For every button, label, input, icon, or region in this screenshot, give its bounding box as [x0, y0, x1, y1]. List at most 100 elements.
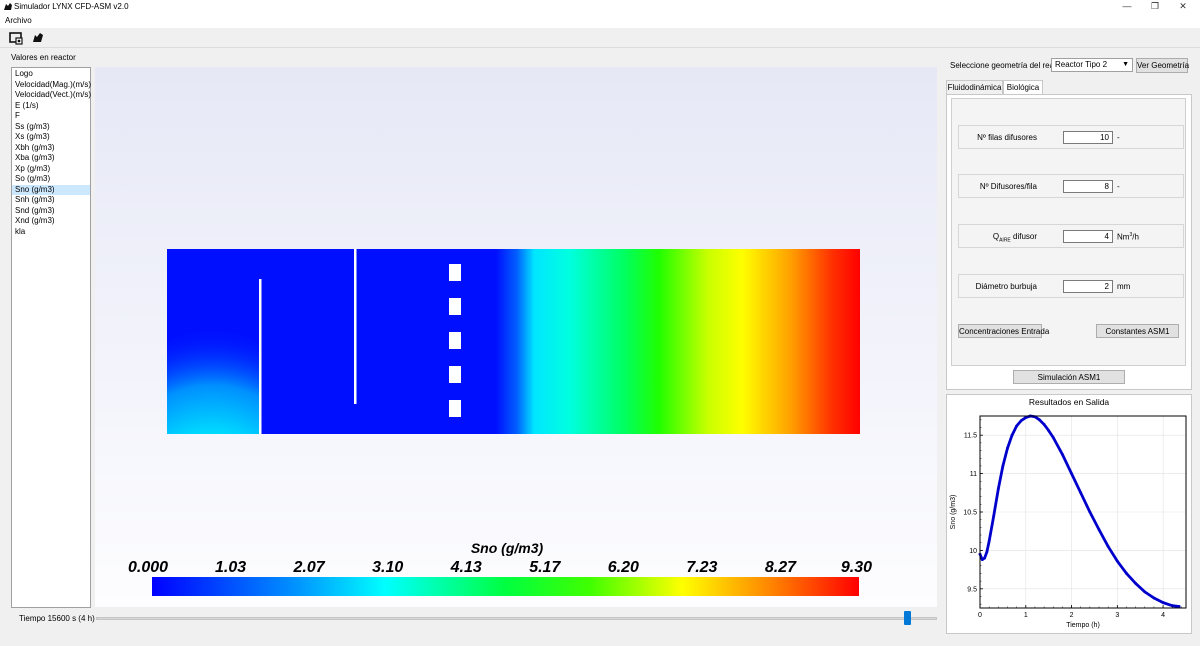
time-slider-thumb[interactable] [903, 611, 911, 625]
geometry-select[interactable]: Reactor Tipo 2 ▼ [1051, 58, 1133, 72]
chart-xlabel: Tiempo (h) [1066, 622, 1100, 629]
y-tick-label: 11 [970, 471, 977, 478]
param-label: Diámetro burbuja [975, 282, 1037, 291]
tab-biologica[interactable]: Biológica [1003, 80, 1043, 94]
ver-geometria-button[interactable]: Ver Geometría [1136, 58, 1189, 73]
x-tick-label: 3 [1115, 612, 1119, 619]
x-tick-label: 4 [1161, 612, 1165, 619]
series-point [1143, 590, 1147, 594]
series-point [1010, 433, 1014, 437]
difusores-fila-input[interactable]: 8 [1063, 180, 1113, 193]
variable-list-item[interactable]: Velocidad(Mag.)(m/s) [12, 80, 91, 91]
series-point [985, 550, 989, 554]
series-point [1177, 605, 1181, 608]
colorbar-tick-label: 6.20 [608, 559, 639, 576]
variable-list-item[interactable]: Xp (g/m3) [12, 164, 90, 175]
series-line-sno [978, 414, 1181, 608]
variable-list-item[interactable]: Xnd (g/m3) [12, 216, 90, 227]
series-point [1001, 464, 1005, 468]
colorbar-tick-label: 7.23 [686, 559, 717, 576]
series-point [1061, 453, 1064, 456]
unit-base: Nm [1117, 232, 1130, 242]
filas-difusores-input[interactable]: 10 [1063, 131, 1113, 144]
param-filas-difusores: Nº filas difusores 10 - [958, 125, 1184, 149]
toolbar [0, 28, 1200, 48]
series-point [1019, 419, 1023, 423]
colorbar-tick-label: 0.000 [128, 559, 168, 576]
q-label-rest: difusor [1010, 232, 1037, 241]
variable-list-item[interactable]: Xba (g/m3) [12, 153, 90, 164]
colorbar-tick-label: 3.10 [372, 559, 403, 576]
series-point [1152, 596, 1156, 600]
chart-grid [979, 416, 1186, 608]
param-diametro-burbuja: Diámetro burbuja 2 mm [958, 274, 1184, 298]
series-point [996, 487, 1000, 491]
diametro-input[interactable]: 2 [1063, 280, 1113, 293]
qaire-input[interactable]: 4 [1063, 230, 1113, 243]
close-button[interactable]: ✕ [1169, 0, 1197, 14]
time-slider-track[interactable] [96, 617, 937, 620]
series-point [987, 539, 991, 543]
variable-list-item[interactable]: Sno (g/m3) [12, 184, 90, 195]
variable-list-item[interactable]: kla [12, 227, 90, 238]
q-subscript: AIRE [999, 237, 1011, 244]
colorbar-tick-label: 5.17 [529, 559, 561, 576]
menu-bar: Archivo [0, 14, 1200, 28]
series-point [1038, 418, 1041, 422]
menu-archivo[interactable]: Archivo [5, 16, 32, 25]
diffuser [449, 332, 461, 349]
geometry-select-value: Reactor Tipo 2 [1055, 60, 1108, 69]
series-point [1047, 429, 1051, 432]
y-tick-label: 11.5 [964, 433, 977, 440]
series-point [980, 558, 984, 562]
variable-list-item[interactable]: E (1/s) [12, 101, 90, 112]
screenshot-icon[interactable] [8, 30, 24, 46]
diffuser [449, 264, 461, 281]
variable-list-item[interactable]: Velocidad(Vect.)(m/s) [12, 90, 91, 101]
diffuser [449, 298, 461, 315]
chart-title: Resultados en Salida [1029, 397, 1110, 407]
window-title: Simulador LYNX CFD-ASM v2.0 [14, 2, 129, 11]
unit-rest: /h [1132, 232, 1139, 242]
app-logo-icon [4, 3, 12, 10]
variable-list-item[interactable]: Ss (g/m3) [12, 122, 90, 133]
maximize-button[interactable]: ❐ [1141, 0, 1169, 14]
series-point [1097, 528, 1101, 532]
variable-list-item[interactable]: Snh (g/m3) [12, 195, 90, 206]
minimize-button[interactable]: — [1113, 0, 1141, 14]
colorbar-tick-label: 1.03 [215, 559, 246, 576]
variable-list-item[interactable]: F [12, 111, 90, 122]
series-point [1024, 416, 1028, 419]
param-label: QAIRE difusor [993, 232, 1037, 244]
param-difusores-fila: Nº Difusores/fila 8 - [958, 174, 1184, 198]
series-point [1042, 423, 1046, 426]
series-point [1088, 510, 1092, 514]
variable-list-item[interactable]: Xbh (g/m3) [12, 143, 90, 154]
series-point [1134, 582, 1138, 585]
variable-list-item[interactable]: So (g/m3) [12, 174, 90, 185]
chart-axes: 0 1 2 3 4 9.5 10 10.5 11 11.5 [963, 419, 1182, 619]
series-point [1015, 424, 1019, 428]
x-tick-label: 0 [978, 612, 982, 619]
lynx-logo-icon[interactable] [30, 30, 46, 46]
series-point [1051, 436, 1055, 439]
colorbar-tick-label: 9.30 [841, 559, 872, 576]
concentraciones-entrada-button[interactable]: Concentraciones Entrada [958, 324, 1049, 338]
simulacion-asm1-button[interactable]: Simulación ASM1 [1013, 370, 1125, 384]
tab-fluidodinamica[interactable]: Fluidodinámica [946, 80, 1003, 94]
chart-ylabel: Sno (g/m3) [950, 495, 957, 530]
variable-list-item[interactable]: Logo [12, 69, 90, 80]
series-point [1106, 545, 1110, 548]
variable-list-item[interactable]: Snd (g/m3) [12, 206, 90, 217]
constantes-asm1-button[interactable]: Constantes ASM1 [1096, 324, 1179, 338]
param-qaire-difusor: QAIRE difusor 4 Nm3/h [958, 224, 1184, 248]
series-point [1079, 491, 1083, 495]
baffle-left [259, 279, 262, 434]
reactor-field [167, 249, 860, 434]
variable-list-item[interactable]: Xs (g/m3) [12, 132, 90, 143]
variable-list[interactable]: Logo Velocidad(Mag.)(m/s) Velocidad(Vect.)… [11, 67, 91, 608]
colorbar [152, 577, 859, 596]
colorbar-title: Sno (g/m3) [471, 540, 544, 556]
reactor-viewport[interactable]: Sno (g/m3) 0.000 1.03 2.07 3.10 4.13 5.17 6.20… [95, 67, 937, 607]
colorbar-ticks: 0.000 1.03 2.07 3.10 4.13 5.17 6.20 7.23 8.27 9.3… [128, 559, 872, 576]
